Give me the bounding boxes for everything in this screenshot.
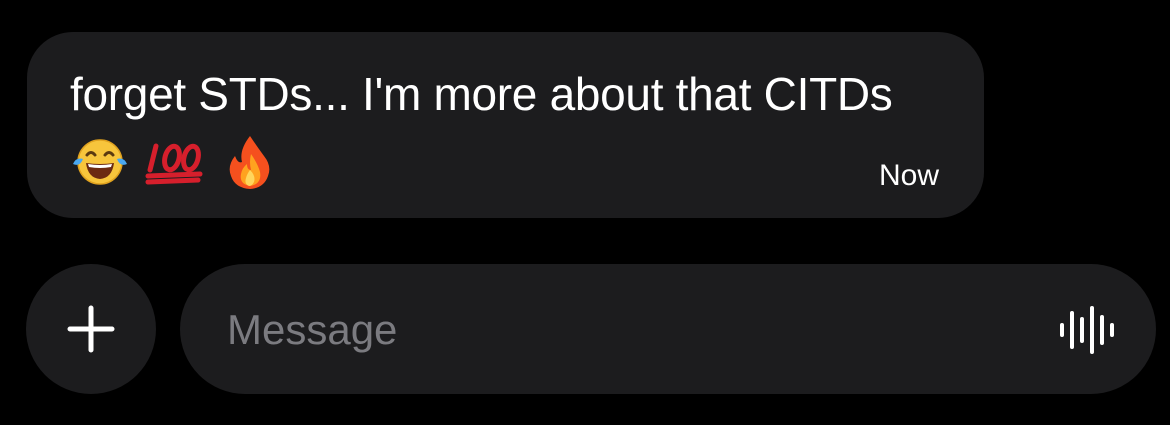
message-composer[interactable] <box>180 264 1156 394</box>
message-text: forget STDs... I'm more about that CITDs <box>70 68 893 120</box>
message-bubble[interactable]: forget STDs... I'm more about that CITDs <box>27 32 984 218</box>
message-input[interactable] <box>227 302 1007 358</box>
fire-icon <box>229 136 270 189</box>
face-with-tears-of-joy-icon <box>73 139 127 185</box>
plus-icon <box>67 305 115 353</box>
hundred-points-icon <box>145 143 203 185</box>
message-timestamp: Now <box>878 159 939 192</box>
waveform-icon[interactable] <box>1056 305 1116 355</box>
add-attachment-button[interactable] <box>26 264 156 394</box>
